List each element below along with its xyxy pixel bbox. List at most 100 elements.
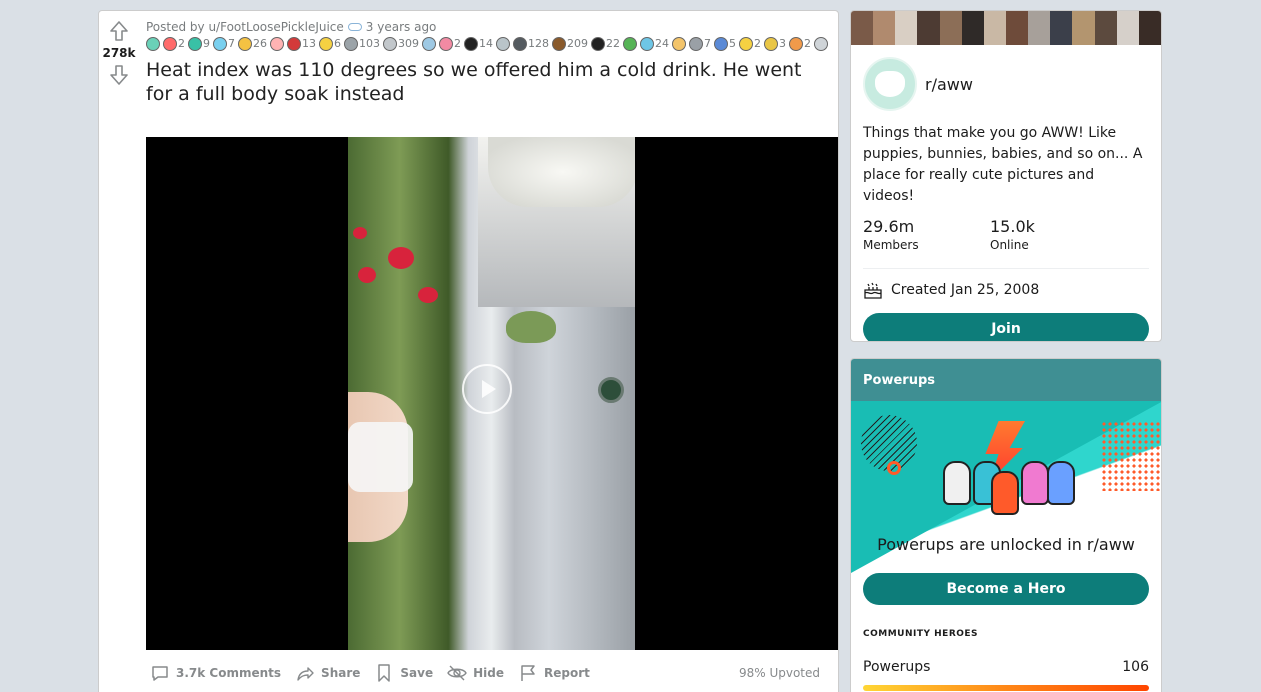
upvote-button[interactable]	[107, 19, 131, 43]
play-button[interactable]	[462, 364, 512, 414]
join-button[interactable]: Join	[863, 313, 1149, 341]
award-count: 24	[655, 37, 669, 50]
decorative-ring	[887, 461, 901, 475]
award-chip[interactable]: 9	[188, 36, 210, 52]
award-icon	[764, 37, 778, 51]
members-label: Members	[863, 238, 919, 252]
award-chip[interactable]: 22	[591, 36, 620, 52]
award-count: 22	[606, 37, 620, 50]
award-chip[interactable]: 7	[213, 36, 235, 52]
award-icon	[714, 37, 728, 51]
vote-column: 278k	[99, 11, 139, 87]
award-chip[interactable]: 2	[739, 36, 761, 52]
play-icon	[482, 380, 496, 398]
powerups-count-row: Powerups 106	[863, 659, 1149, 675]
online-count: 15.0k	[990, 217, 1035, 236]
members-stat: 29.6m Members	[863, 217, 990, 254]
cat-icon	[875, 71, 905, 97]
save-label: Save	[400, 666, 434, 680]
fence-post-cap	[488, 137, 635, 207]
hero-figure	[943, 461, 971, 505]
award-count: 2	[754, 37, 761, 50]
created-date: Created Jan 25, 2008	[891, 282, 1040, 298]
flag-icon	[521, 665, 535, 681]
award-icon	[789, 37, 803, 51]
award-chip[interactable]: 128	[513, 36, 549, 52]
award-icon	[238, 37, 252, 51]
award-chip[interactable]	[814, 36, 828, 52]
decorative-dots	[1101, 421, 1161, 491]
award-icon	[640, 37, 654, 51]
award-count: 103	[359, 37, 380, 50]
award-chip[interactable]: 3	[764, 36, 786, 52]
video-player[interactable]	[146, 137, 838, 650]
awards-row[interactable]: 2 9 7 26 13 6 103 309 2 14 128 209 22 24 7 5 2 3 2	[146, 36, 846, 52]
award-chip[interactable]	[672, 36, 686, 52]
powerups-row-value: 106	[1122, 659, 1149, 675]
save-button[interactable]: Save	[370, 661, 443, 685]
community-avatar[interactable]	[863, 57, 917, 111]
award-count: 2	[178, 37, 185, 50]
award-icon	[496, 37, 510, 51]
cake-icon	[864, 282, 882, 299]
post-card[interactable]: 278k Posted by u/FootLoosePickleJuice 3 …	[98, 10, 839, 692]
award-chip[interactable]: 103	[344, 36, 380, 52]
powerups-header: Powerups	[851, 359, 1161, 401]
award-chip[interactable]: 7	[689, 36, 711, 52]
become-hero-button[interactable]: Become a Hero	[863, 573, 1149, 605]
award-count: 14	[479, 37, 493, 50]
flower	[353, 227, 367, 239]
award-chip[interactable]: 13	[287, 36, 316, 52]
award-count: 2	[454, 37, 461, 50]
award-icon	[146, 37, 160, 51]
created-row: Created Jan 25, 2008	[851, 269, 1161, 299]
post-content: Posted by u/FootLoosePickleJuice 3 years…	[146, 19, 838, 106]
award-chip[interactable]: 209	[552, 36, 588, 52]
award-chip[interactable]: 309	[383, 36, 419, 52]
award-chip[interactable]	[496, 36, 510, 52]
community-name[interactable]: r/aww	[925, 75, 973, 94]
post-title[interactable]: Heat index was 110 degrees so we offered…	[146, 58, 826, 106]
hide-button[interactable]: Hide	[443, 661, 514, 685]
hero-figure	[1047, 461, 1075, 505]
award-chip[interactable]	[146, 36, 160, 52]
award-chip[interactable]	[422, 36, 436, 52]
award-chip[interactable]: 26	[238, 36, 267, 52]
vote-score: 278k	[102, 46, 136, 60]
award-icon	[439, 37, 453, 51]
award-chip[interactable]: 14	[464, 36, 493, 52]
powerups-unlocked-text: Powerups are unlocked in r/aww	[877, 535, 1135, 554]
share-icon	[297, 667, 314, 681]
award-count: 309	[398, 37, 419, 50]
sidebar: r/aww Things that make you go AWW! Like …	[850, 10, 1162, 692]
hide-label: Hide	[473, 666, 504, 680]
award-chip[interactable]	[270, 36, 284, 52]
award-icon	[591, 37, 605, 51]
community-stats: 29.6m Members 15.0k Online	[851, 207, 1161, 254]
share-label: Share	[321, 666, 361, 680]
downvote-button[interactable]	[107, 63, 131, 87]
share-button[interactable]: Share	[291, 661, 370, 685]
community-description: Things that make you go AWW! Like puppie…	[863, 125, 1143, 204]
award-chip[interactable]: 2	[789, 36, 811, 52]
award-icon	[163, 37, 177, 51]
posted-by-link[interactable]: Posted by u/FootLoosePickleJuice	[146, 20, 344, 34]
post-age[interactable]: 3 years ago	[366, 20, 437, 34]
report-button[interactable]: Report	[514, 661, 600, 685]
award-chip[interactable]: 2	[439, 36, 461, 52]
award-chip[interactable]: 2	[163, 36, 185, 52]
online-stat: 15.0k Online	[990, 217, 1117, 254]
award-chip[interactable]: 6	[319, 36, 341, 52]
award-count: 2	[804, 37, 811, 50]
hide-eye-icon	[447, 665, 467, 681]
award-icon	[213, 37, 227, 51]
comments-button[interactable]: 3.7k Comments	[146, 661, 291, 685]
award-icon	[552, 37, 566, 51]
award-icon	[464, 37, 478, 51]
award-chip[interactable]	[623, 36, 637, 52]
award-chip[interactable]: 5	[714, 36, 736, 52]
award-chip[interactable]: 24	[640, 36, 669, 52]
award-count: 26	[253, 37, 267, 50]
post-actions: 3.7k Comments Share Save Hide Report 98%…	[146, 661, 836, 685]
members-count: 29.6m	[863, 217, 915, 236]
